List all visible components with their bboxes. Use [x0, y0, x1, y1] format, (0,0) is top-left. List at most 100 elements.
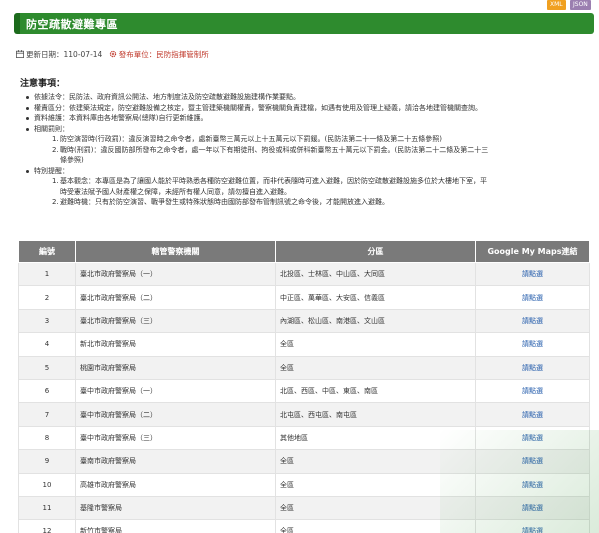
- cell-agency: 臺中市政府警察局（三）: [75, 425, 276, 451]
- table-row: 3 臺北市政府警察局（三） 內湖區、松山區、南港區、文山區 請點選: [18, 308, 590, 334]
- map-link[interactable]: 請點選: [522, 317, 543, 325]
- cell-district: 中正區、萬華區、大安區、信義區: [275, 285, 476, 310]
- cell-number: 4: [18, 332, 76, 357]
- cell-district: 全區: [275, 472, 476, 497]
- note-item: 權責區分：依建築法規定，防空避難設備之核定，暨主管建築機關權責，警察機關負責建檔…: [20, 103, 588, 114]
- cell-number: 12: [18, 519, 76, 533]
- updated-date: 110-07-14: [63, 50, 103, 59]
- cell-number: 1: [18, 261, 76, 287]
- cell-agency: 新北市政府警察局: [75, 332, 276, 357]
- table-row: 1 臺北市政府警察局（一） 北投區、士林區、中山區、大同區 請點選: [18, 261, 590, 287]
- map-link[interactable]: 請點選: [522, 504, 543, 512]
- table-row: 2 臺北市政府警察局（二） 中正區、萬華區、大安區、信義區 請點選: [18, 285, 590, 310]
- note-item: 相關罰則：: [20, 124, 588, 135]
- calendar-icon: [16, 50, 24, 58]
- cell-map-link: 請點選: [475, 261, 590, 287]
- penalty-item: 1. 防空演習時(行政罰)：違反演習時之命令者，處新臺幣三萬元以上十五萬元以下罰鍰…: [20, 134, 588, 145]
- cell-map-link: 請點選: [475, 495, 590, 521]
- cell-number: 5: [18, 355, 76, 380]
- page-title: 防空疏散避難專區: [26, 18, 118, 31]
- note-item: 依據法令：民防法、政府資訊公開法、地方制度法及防空疏散避難設施建構作業要點。: [20, 92, 588, 103]
- table-row: 7 臺中市政府警察局（二） 北屯區、西屯區、南屯區 請點選: [18, 402, 590, 427]
- cell-agency: 新竹市警察局: [75, 519, 276, 533]
- cell-district: 北投區、士林區、中山區、大同區: [275, 261, 476, 287]
- page-title-bar: 防空疏散避難專區: [14, 13, 594, 34]
- notes-section: 注意事項： 依據法令：民防法、政府資訊公開法、地方制度法及防空疏散避難設施建構作…: [20, 76, 588, 208]
- table-row: 5 桃園市政府警察局 全區 請點選: [18, 355, 590, 380]
- publisher-link[interactable]: 民防指揮管制所: [156, 50, 209, 59]
- cell-district: 內湖區、松山區、南港區、文山區: [275, 308, 476, 334]
- map-link[interactable]: 請點選: [522, 270, 543, 278]
- map-link[interactable]: 請點選: [522, 294, 543, 302]
- cell-number: 8: [18, 425, 76, 451]
- cell-agency: 臺北市政府警察局（二）: [75, 285, 276, 310]
- map-link[interactable]: 請點選: [522, 527, 543, 533]
- json-download-button[interactable]: JSON: [570, 0, 591, 10]
- reminder-item: 1. 基本觀念：本專區是為了讓國人能於平時熟悉各種防空避難位置，而非代表隨時可進入…: [20, 176, 588, 187]
- penalty-text: 戰時(刑罰)：違反國防部所發布之命令者，處一年以下有期徒刑、拘役或科或併科新臺幣…: [60, 145, 489, 154]
- cell-district: 其他地區: [275, 425, 476, 451]
- cell-number: 11: [18, 495, 76, 521]
- cell-map-link: 請點選: [475, 425, 590, 451]
- cell-district: 北屯區、西屯區、南屯區: [275, 402, 476, 427]
- cell-map-link: 請點選: [475, 332, 590, 357]
- table-row: 10 高雄市政府警察局 全區 請點選: [18, 472, 590, 497]
- col-header-agency: 轄管警察機關: [75, 240, 276, 263]
- table-row: 9 臺南市政府警察局 全區 請點選: [18, 449, 590, 474]
- map-link[interactable]: 請點選: [522, 340, 543, 348]
- map-link[interactable]: 請點選: [522, 387, 543, 395]
- reminder-item: 2. 避難時機：只有於防空演習、戰爭發生或特殊狀態時由國防部發布管制訊號之命令後，…: [20, 197, 588, 208]
- cell-number: 10: [18, 472, 76, 497]
- reminder-item-continued: 時受憲法賦予國人財產權之保障，未經所有權人同意，請勿擅自進入避難。: [60, 187, 291, 196]
- cell-map-link: 請點選: [475, 449, 590, 474]
- note-item: 資料維護：本資料庫由各地警察局(總隊)自行更新維護。: [20, 113, 588, 124]
- cell-agency: 桃園市政府警察局: [75, 355, 276, 380]
- table-row: 11 基隆市警察局 全區 請點選: [18, 495, 590, 521]
- cell-map-link: 請點選: [475, 402, 590, 427]
- table-row: 8 臺中市政府警察局（三） 其他地區 請點選: [18, 425, 590, 451]
- penalty-text: 防空演習時(行政罰)：違反演習時之命令者，處新臺幣三萬元以上十五萬元以下罰鍰。(…: [60, 135, 442, 143]
- cell-district: 北區、西區、中區、東區、南區: [275, 378, 476, 404]
- cell-number: 3: [18, 308, 76, 334]
- cell-district: 全區: [275, 519, 476, 533]
- cell-number: 9: [18, 449, 76, 474]
- map-link[interactable]: 請點選: [522, 481, 543, 489]
- xml-download-button[interactable]: XML: [547, 0, 566, 10]
- reminder-num: 1.: [52, 177, 59, 185]
- cell-agency: 臺中市政府警察局（一）: [75, 378, 276, 404]
- penalty-item-continued: 條參照): [60, 156, 84, 164]
- cell-map-link: 請點選: [475, 355, 590, 380]
- publisher-label: 發布單位：: [118, 50, 157, 59]
- cell-map-link: 請點選: [475, 472, 590, 497]
- penalty-item: 2. 戰時(刑罰)：違反國防部所發布之命令者，處一年以下有期徒刑、拘役或科或併科新…: [20, 145, 588, 156]
- format-bar: XML JSON: [0, 0, 599, 12]
- cell-agency: 臺北市政府警察局（一）: [75, 261, 276, 287]
- cell-agency: 臺南市政府警察局: [75, 449, 276, 474]
- cell-district: 全區: [275, 332, 476, 357]
- reminder-num: 2.: [52, 198, 59, 206]
- map-link[interactable]: 請點選: [522, 364, 543, 372]
- col-header-map-link: Google My Maps連結: [475, 240, 590, 263]
- cell-map-link: 請點選: [475, 285, 590, 310]
- cell-agency: 臺中市政府警察局（二）: [75, 402, 276, 427]
- cell-map-link: 請點選: [475, 308, 590, 334]
- table-row: 12 新竹市警察局 全區請點選: [18, 519, 590, 533]
- table-row: 4 新北市政府警察局 全區 請點選: [18, 332, 590, 357]
- cell-number: 7: [18, 402, 76, 427]
- notes-title: 注意事項：: [20, 79, 66, 89]
- col-header-number: 編號: [18, 240, 76, 263]
- cell-agency: 基隆市警察局: [75, 495, 276, 521]
- cell-district: 全區: [275, 495, 476, 521]
- map-link[interactable]: 請點選: [522, 457, 543, 465]
- map-link[interactable]: 請點選: [522, 434, 543, 442]
- cell-agency: 臺北市政府警察局（三）: [75, 308, 276, 334]
- cell-district: 全區: [275, 355, 476, 380]
- table-row: 6 臺中市政府警察局（一） 北區、西區、中區、東區、南區 請點選: [18, 378, 590, 404]
- reminder-text: 基本觀念：本專區是為了讓國人能於平時熟悉各種防空避難位置，而非代表隨時可進入避難…: [60, 177, 487, 185]
- map-link[interactable]: 請點選: [522, 411, 543, 419]
- reminder-text: 避難時機：只有於防空演習、戰爭發生或特殊狀態時由國防部發布管制訊號之命令後，才能…: [60, 198, 389, 206]
- cell-number: 6: [18, 378, 76, 404]
- col-header-district: 分區: [275, 240, 476, 263]
- cell-number: 2: [18, 285, 76, 310]
- penalty-num: 1.: [52, 135, 59, 143]
